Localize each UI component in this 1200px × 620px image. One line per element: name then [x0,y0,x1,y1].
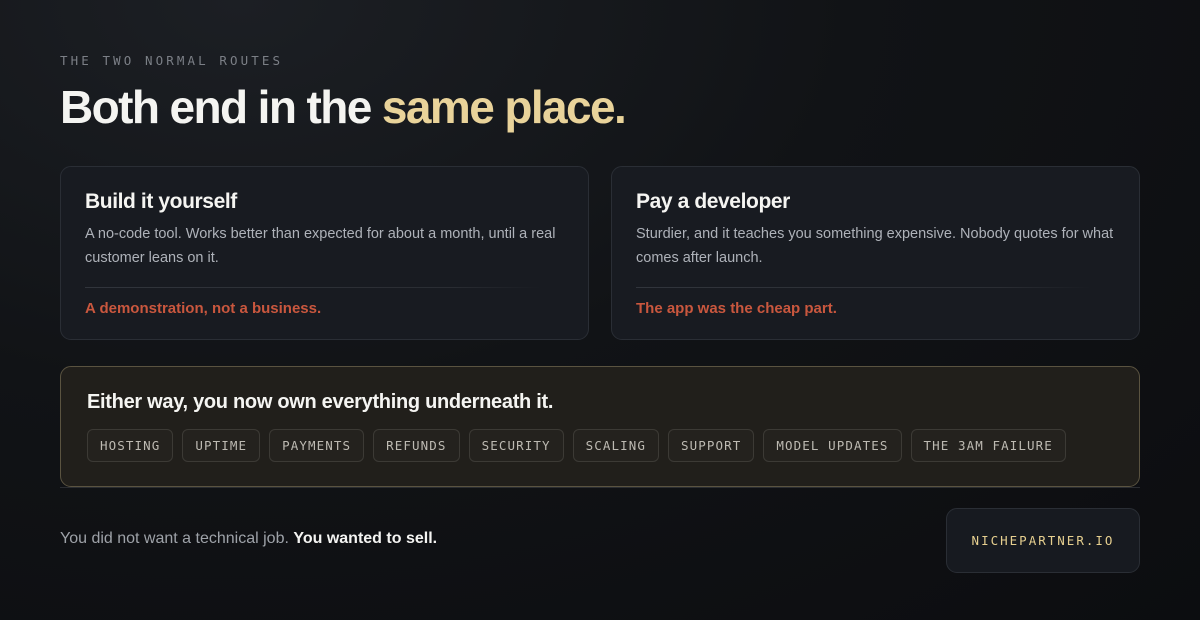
route-card-pay-developer: Pay a developer Sturdier, and it teaches… [611,166,1140,340]
tag-support: SUPPORT [667,429,755,462]
footer-tagline: You did not want a technical job. You wa… [60,530,437,548]
headline-accent: same place. [381,81,627,133]
tag-3am-failure: THE 3AM FAILURE [910,429,1066,462]
brand-link-button[interactable]: NICHEPARTNER.IO [946,508,1140,573]
route-card-verdict: A demonstration, not a business. [85,300,322,317]
ownership-panel: Either way, you now own everything under… [60,366,1140,487]
tag-payments: PAYMENTS [269,429,365,462]
section-divider [60,487,1140,488]
footer-text: You did not want a technical job. [60,530,294,547]
tag-uptime: UPTIME [182,429,261,462]
tag-model-updates: MODEL UPDATES [763,429,902,462]
ownership-tag-list: HOSTING UPTIME PAYMENTS REFUNDS SECURITY… [87,429,1113,462]
footer-emphasis: You wanted to sell. [293,530,438,547]
route-card-description: Sturdier, and it teaches you something e… [636,226,1114,266]
ownership-title: Either way, you now own everything under… [87,391,554,413]
route-card-title: Build it yourself [85,190,237,213]
tag-refunds: REFUNDS [373,429,460,462]
route-card-title: Pay a developer [636,190,790,213]
route-card-divider [85,287,540,288]
route-card-divider [636,287,1091,288]
route-card-description: A no-code tool. Works better than expect… [85,226,556,266]
tag-scaling: SCALING [572,429,659,462]
tag-security: SECURITY [468,429,564,462]
eyebrow-label: THE TWO NORMAL ROUTES [60,53,284,68]
route-card-build-yourself: Build it yourself A no-code tool. Works … [60,166,589,340]
headline-lead: Both end in the [60,81,382,133]
tag-hosting: HOSTING [87,429,174,462]
route-card-verdict: The app was the cheap part. [636,300,837,317]
page-headline: Both end in the same place. [60,80,627,134]
